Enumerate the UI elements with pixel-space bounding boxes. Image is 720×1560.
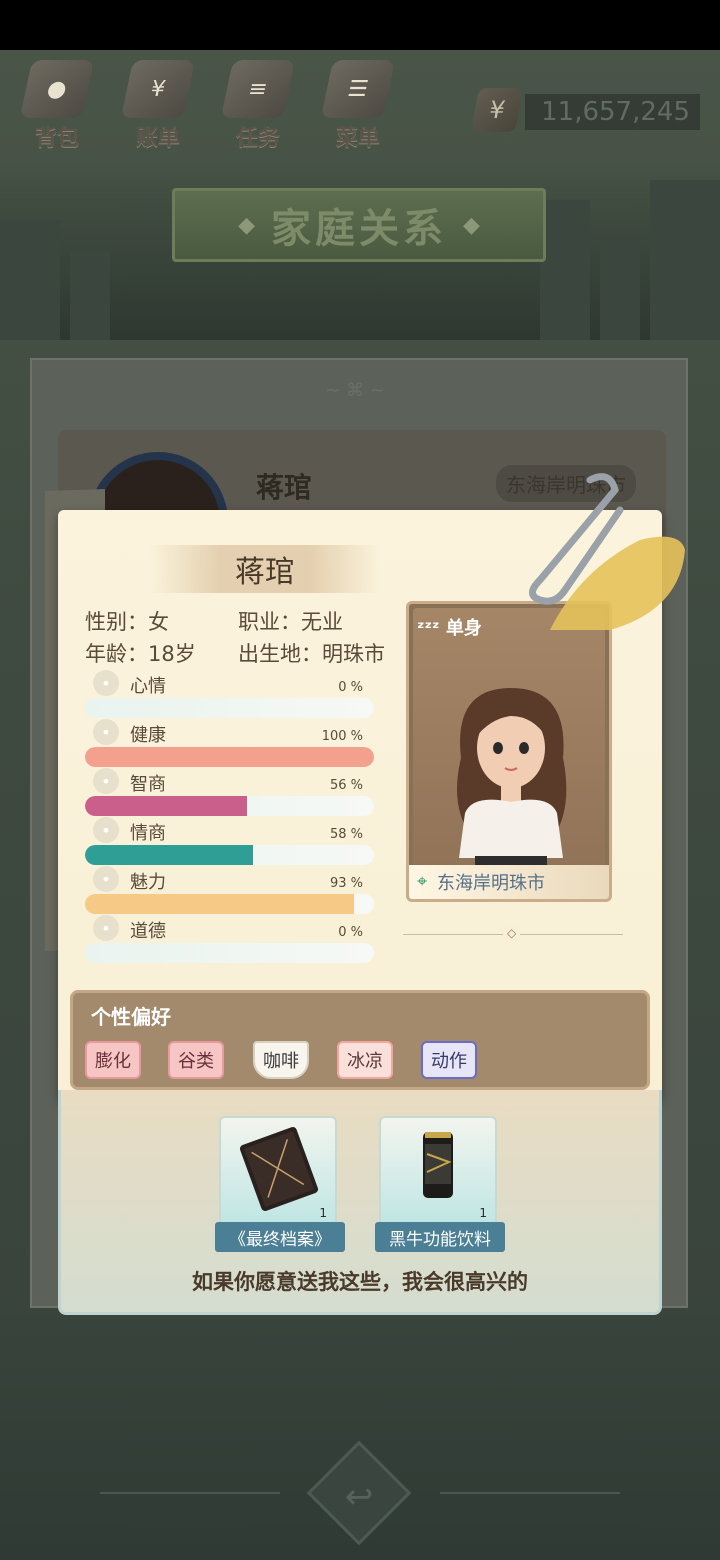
stat-bar	[85, 943, 374, 963]
bulb-icon: •	[93, 768, 119, 794]
back-card-name: 蒋琯	[256, 471, 313, 504]
menu-button[interactable]: ☰ 菜单	[313, 60, 403, 155]
ornament-icon: ~ ⌘ ~	[325, 380, 385, 401]
stat-label: 道德	[130, 921, 166, 942]
preference-tag[interactable]: 膨化	[85, 1041, 141, 1079]
yen-icon: ¥	[471, 88, 523, 132]
stat-value: 0 %	[338, 680, 363, 695]
stat-value: 93 %	[329, 876, 363, 891]
smile-icon: •	[93, 670, 119, 696]
stat-bar-fill	[85, 894, 354, 914]
divider-diamond-icon: ◇	[503, 926, 521, 940]
bill-icon: ¥	[120, 60, 196, 118]
bill-button[interactable]: ¥ 账单	[113, 60, 203, 155]
birthplace-info: 出生地：明珠市	[238, 642, 385, 666]
stat-value: 58 %	[329, 827, 363, 842]
stat-label: 智商	[130, 774, 166, 795]
character-name-banner: 蒋琯	[150, 545, 380, 593]
stat-label: 心情	[130, 676, 166, 697]
gift-item-drink[interactable]: 1 黑牛功能饮料	[375, 1116, 505, 1252]
preference-tag[interactable]: 动作	[421, 1041, 477, 1079]
sparkle-icon: •	[93, 866, 119, 892]
paperclip-icon	[529, 473, 685, 630]
book-icon	[239, 1126, 319, 1212]
stat-bar	[85, 747, 374, 767]
age-info: 年龄：18岁	[85, 642, 196, 666]
diamond-left-icon: ◆	[238, 212, 255, 238]
gift-message: 如果你愿意送我这些，我会很高兴的	[192, 1270, 528, 1294]
decorative-line-left	[100, 1492, 280, 1494]
can-icon	[423, 1132, 453, 1198]
bill-label: 账单	[135, 126, 180, 151]
page-title-banner: ◆ 家庭关系 ◆	[172, 188, 546, 262]
stat-bar-fill	[85, 796, 247, 816]
diamond-right-icon: ◆	[463, 212, 480, 238]
stat-bar	[85, 894, 374, 914]
relationship-status: ᶻᶻᶻ 单身	[417, 614, 482, 640]
scale-icon: •	[93, 915, 119, 941]
stat-bar	[85, 698, 374, 718]
location-band: ⌖ 东海岸明珠市	[409, 865, 609, 899]
sleep-icon: ᶻᶻᶻ	[417, 618, 440, 639]
location-label: 东海岸明珠市	[437, 873, 545, 894]
gift-count: 1	[319, 1206, 327, 1220]
stat-label: 情商	[130, 823, 166, 844]
task-button[interactable]: ≡ 任务	[213, 60, 303, 155]
backpack-icon: ●	[19, 60, 95, 118]
preference-tag[interactable]: 咖啡	[253, 1041, 309, 1079]
stat-bar	[85, 845, 374, 865]
gift-section: 1 《最终档案》 1 黑牛功能饮料 如果你愿意送我这些，我会很高兴的	[58, 1090, 662, 1315]
backpack-label: 背包	[34, 126, 79, 151]
gift-name: 黑牛功能饮料	[375, 1222, 505, 1252]
gift-item-book[interactable]: 1 《最终档案》	[215, 1116, 345, 1252]
gift-name: 《最终档案》	[215, 1222, 345, 1252]
heart-icon: •	[93, 719, 119, 745]
preferences-panel: 个性偏好 膨化 谷类 咖啡 冰凉 动作	[70, 990, 650, 1090]
location-pin-icon: ⌖	[417, 871, 428, 892]
preference-tag[interactable]: 谷类	[168, 1041, 224, 1079]
character-name: 蒋琯	[235, 555, 295, 590]
menu-icon: ☰	[320, 60, 396, 118]
character-image	[457, 688, 567, 870]
menu-label: 菜单	[335, 126, 380, 151]
top-navigation: ● 背包 ¥ 账单 ≡ 任务 ☰ 菜单 ¥ 11,657,245	[0, 55, 720, 155]
preferences-title: 个性偏好	[91, 1005, 171, 1029]
gift-count: 1	[479, 1206, 487, 1220]
page-title: 家庭关系	[271, 206, 447, 252]
task-icon: ≡	[220, 60, 296, 118]
stat-value: 100 %	[321, 729, 363, 744]
stat-label: 魅力	[130, 872, 166, 893]
relationship-status-label: 单身	[445, 618, 482, 639]
job-info: 职业：无业	[238, 610, 343, 634]
money-value: 11,657,245	[525, 94, 700, 130]
decorative-line-right	[440, 1492, 620, 1494]
stat-bar-fill	[85, 845, 253, 865]
return-arrow-icon: ↩	[344, 1477, 374, 1517]
money-display: ¥ 11,657,245	[470, 88, 710, 138]
status-bar	[0, 0, 720, 50]
stat-value: 0 %	[338, 925, 363, 940]
gender-info: 性别：女	[85, 610, 169, 634]
stat-label: 健康	[130, 725, 166, 746]
stat-bar	[85, 796, 374, 816]
backpack-button[interactable]: ● 背包	[12, 60, 102, 155]
stat-bar-fill	[85, 747, 374, 767]
task-label: 任务	[235, 126, 280, 151]
preference-tag[interactable]: 冰凉	[337, 1041, 393, 1079]
apple-icon: •	[93, 817, 119, 843]
stat-value: 56 %	[329, 778, 363, 793]
